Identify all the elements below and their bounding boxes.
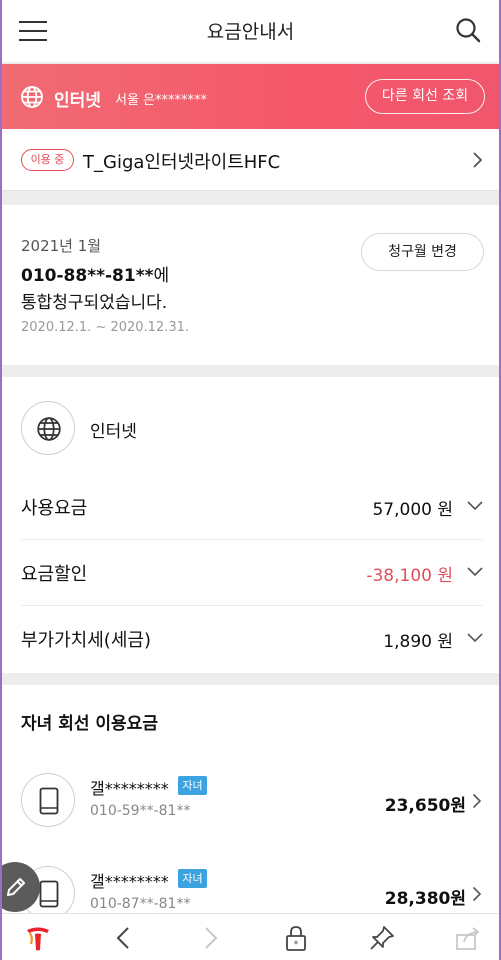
internet-service-icon xyxy=(21,401,75,455)
bill-description: 통합청구되었습니다. xyxy=(21,293,168,313)
charge-amount: 57,000 원 xyxy=(372,500,453,520)
plan-row[interactable]: 이용 중 T_Giga인터넷라이트HFC xyxy=(2,129,499,191)
bill-number-suffix: 에 xyxy=(153,266,170,286)
t-logo-icon[interactable] xyxy=(24,924,54,952)
svg-text:*: * xyxy=(294,940,299,950)
bill-number: 010-88**-81** xyxy=(21,266,154,286)
top-header: 요금안내서 xyxy=(2,0,499,62)
charge-row-usage[interactable]: 사용요금 57,000 원 xyxy=(21,473,483,539)
bill-month: 2021년 1월 xyxy=(21,237,102,255)
charge-label: 요금할인 xyxy=(21,564,88,585)
chevron-right-icon xyxy=(472,151,484,169)
charge-row-discount[interactable]: 요금할인 -38,100 원 xyxy=(21,539,483,605)
bill-period: 2020.12.1. ~ 2020.12.31. xyxy=(21,320,190,335)
list-item[interactable]: 갤******** 자녀 010-59**-81** 23,650원 xyxy=(2,773,499,863)
charge-amount: 1,890 원 xyxy=(383,632,453,652)
child-tag: 자녀 xyxy=(178,869,207,888)
child-number: 010-87**-81** xyxy=(90,896,191,912)
service-label: 인터넷 xyxy=(90,422,137,442)
chevron-right-icon xyxy=(472,886,482,902)
charge-label: 부가가치세(세금) xyxy=(21,630,151,651)
charge-row-vat[interactable]: 부가가치세(세금) 1,890 원 xyxy=(21,605,483,671)
child-amount: 28,380원 xyxy=(384,889,466,909)
chevron-down-icon xyxy=(467,563,483,579)
chevron-right-icon xyxy=(472,793,482,809)
charges-section: 인터넷 사용요금 57,000 원 요금할인 -38,100 원 부가가치세(세… xyxy=(2,377,499,673)
back-arrow-icon[interactable] xyxy=(110,924,140,952)
change-month-button[interactable]: 청구월 변경 xyxy=(361,233,484,271)
search-icon[interactable] xyxy=(455,17,481,43)
children-lines-section: 자녀 회선 이용요금 갤******** 자녀 010-59**-81** 23… xyxy=(2,685,499,920)
bill-summary: 2021년 1월 010-88**-81**에 통합청구되었습니다. 2020.… xyxy=(2,205,499,365)
charge-amount: -38,100 원 xyxy=(366,566,453,586)
banner-service-name: 인터넷 xyxy=(54,91,101,111)
plan-name: T_Giga인터넷라이트HFC xyxy=(83,152,281,173)
child-name: 갤******** xyxy=(90,779,169,798)
chevron-down-icon xyxy=(467,629,483,645)
child-number: 010-59**-81** xyxy=(90,803,191,819)
app-window: 요금안내서 인터넷 서울 은******** 다른 회선 조회 이용 중 T_G… xyxy=(0,0,501,960)
chevron-down-icon xyxy=(467,497,483,513)
service-banner: 인터넷 서울 은******** 다른 회선 조회 xyxy=(2,64,499,129)
child-name: 갤******** xyxy=(90,872,169,891)
phone-icon xyxy=(21,773,75,827)
lock-icon[interactable]: * xyxy=(282,924,312,952)
share-icon[interactable] xyxy=(454,924,484,952)
child-tag: 자녀 xyxy=(178,776,207,795)
forward-arrow-icon[interactable] xyxy=(196,924,226,952)
banner-account: 서울 은******** xyxy=(115,93,208,108)
child-amount: 23,650원 xyxy=(384,796,466,816)
charge-label: 사용요금 xyxy=(21,498,88,519)
other-line-button[interactable]: 다른 회선 조회 xyxy=(365,79,485,114)
globe-icon xyxy=(20,85,44,109)
bottom-toolbar: * xyxy=(2,913,499,960)
bill-number-line: 010-88**-81**에 xyxy=(21,261,169,286)
status-badge: 이용 중 xyxy=(21,149,74,171)
page-title: 요금안내서 xyxy=(206,21,295,43)
pin-icon[interactable] xyxy=(368,924,398,952)
section-title: 자녀 회선 이용요금 xyxy=(21,714,158,734)
